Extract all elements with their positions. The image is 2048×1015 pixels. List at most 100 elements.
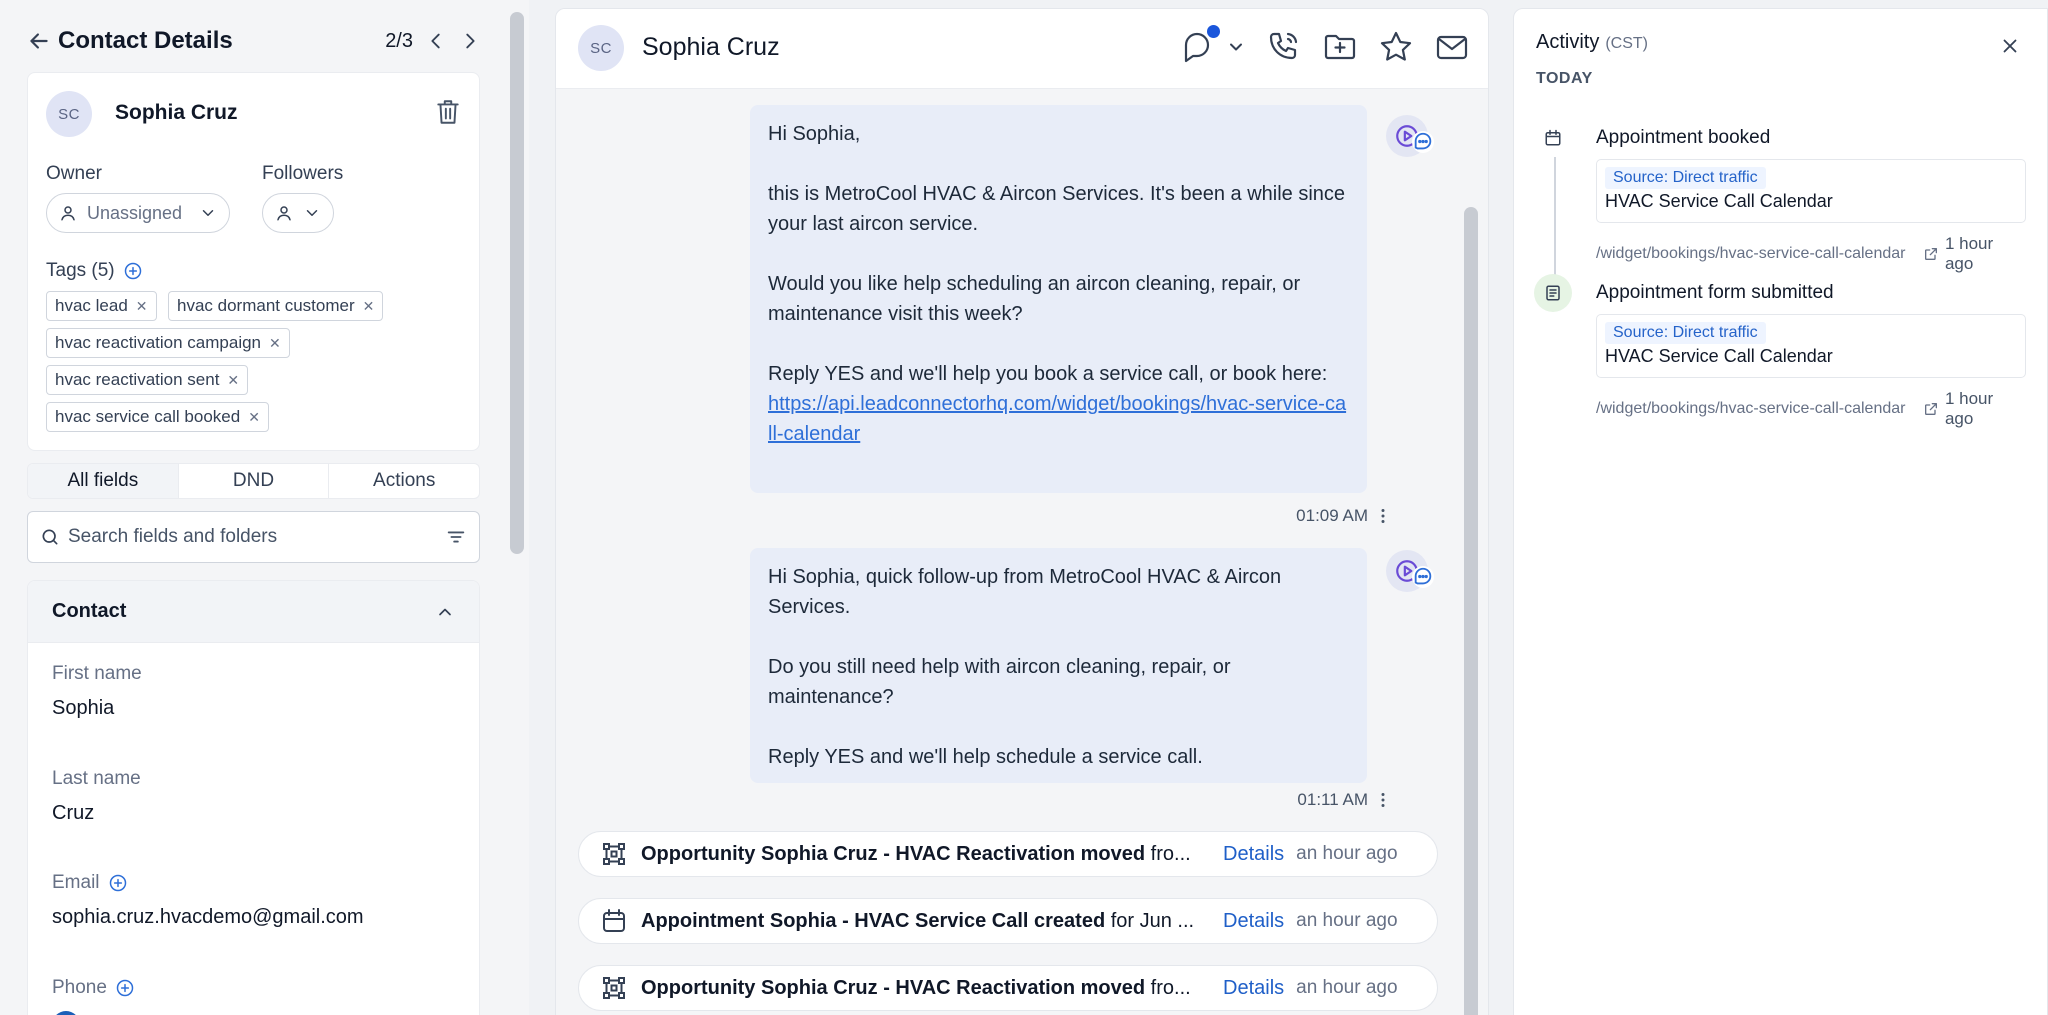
- tab-all-fields[interactable]: All fields: [28, 464, 179, 498]
- tab-actions[interactable]: Actions: [329, 464, 479, 498]
- email-label-row: Email: [52, 872, 364, 894]
- activity-item-footer: /widget/bookings/hvac-service-call-calen…: [1596, 234, 2026, 274]
- booking-path[interactable]: /widget/bookings/hvac-service-call-calen…: [1596, 400, 1917, 418]
- activity-event: Appointment Sophia - HVAC Service Call c…: [578, 898, 1438, 944]
- star-icon[interactable]: [1378, 29, 1414, 65]
- search-icon: [40, 527, 60, 547]
- activity-panel: Activity (CST) TODAY Appointment booked S…: [1513, 8, 2048, 1015]
- close-icon[interactable]: ✕: [227, 372, 239, 389]
- section-title: Contact: [52, 600, 127, 622]
- tag-label: hvac lead: [55, 296, 128, 315]
- message-text: Hi Sophia, quick follow-up from MetroCoo…: [768, 566, 1282, 768]
- booking-path[interactable]: /widget/bookings/hvac-service-call-calen…: [1596, 245, 1917, 263]
- booking-link[interactable]: https://api.leadconnectorhq.com/widget/b…: [768, 393, 1346, 445]
- phone-call-icon[interactable]: [1266, 29, 1302, 65]
- event-details-link[interactable]: Details: [1223, 843, 1284, 866]
- message-bubble: Hi Sophia, this is MetroCool HVAC & Airc…: [750, 105, 1367, 493]
- tag-chip[interactable]: hvac lead ✕: [46, 291, 157, 321]
- chevron-right-icon[interactable]: [459, 30, 481, 52]
- timeline-connector: [1554, 157, 1556, 277]
- event-details-link[interactable]: Details: [1223, 910, 1284, 933]
- last-name-value[interactable]: Cruz: [52, 802, 141, 825]
- activity-item-title: Appointment form submitted: [1596, 282, 1834, 303]
- conversation-scrollbar[interactable]: [1464, 207, 1478, 1015]
- followers-label: Followers: [262, 163, 344, 184]
- close-icon[interactable]: ✕: [248, 409, 260, 426]
- activity-item-title: Appointment booked: [1596, 127, 1771, 148]
- notification-dot: [1207, 25, 1220, 38]
- close-icon[interactable]: ✕: [136, 298, 148, 315]
- external-link-icon[interactable]: [1923, 401, 1939, 417]
- activity-item-details: Source: Direct traffic HVAC Service Call…: [1596, 159, 2026, 223]
- date-group-label: TODAY: [1536, 70, 1593, 87]
- field-search-box: [27, 511, 480, 563]
- close-icon[interactable]: [1999, 35, 2021, 57]
- trash-icon[interactable]: [435, 98, 461, 126]
- more-vertical-icon[interactable]: [1380, 508, 1386, 524]
- first-name-value[interactable]: Sophia: [52, 697, 142, 720]
- add-phone-icon[interactable]: [115, 978, 135, 998]
- left-scrollbar[interactable]: [510, 12, 524, 554]
- folder-add-icon[interactable]: [1322, 29, 1358, 65]
- activity-item-details: Source: Direct traffic HVAC Service Call…: [1596, 314, 2026, 378]
- first-name-field: First name Sophia: [52, 663, 142, 720]
- mail-icon[interactable]: [1434, 29, 1470, 65]
- tag-label: hvac reactivation campaign: [55, 333, 262, 352]
- chevron-up-icon[interactable]: [435, 602, 455, 622]
- source-badge: Source: Direct traffic: [1605, 167, 1766, 189]
- contact-section: Contact First name Sophia Last name Cruz…: [27, 580, 480, 1015]
- external-link-icon[interactable]: [1923, 246, 1939, 262]
- tag-chip[interactable]: hvac dormant customer ✕: [168, 291, 384, 321]
- avatar: SC: [46, 91, 92, 137]
- add-email-icon[interactable]: [108, 873, 128, 893]
- message-time: 01:11 AM: [1297, 790, 1386, 810]
- owner-select[interactable]: Unassigned: [46, 193, 230, 233]
- email-value[interactable]: sophia.cruz.hvacdemo@gmail.com: [52, 906, 364, 929]
- tag-chip[interactable]: hvac reactivation campaign ✕: [46, 328, 290, 358]
- sms-icon: [1412, 566, 1434, 588]
- calendar-name: HVAC Service Call Calendar: [1605, 191, 1833, 211]
- message-channel-badge: [1386, 550, 1434, 592]
- event-details-link[interactable]: Details: [1223, 977, 1284, 1000]
- country-flag-icon[interactable]: [52, 1011, 80, 1015]
- calendar-name: HVAC Service Call Calendar: [1605, 346, 1833, 366]
- event-time: an hour ago: [1296, 910, 1398, 931]
- back-arrow-icon[interactable]: [26, 28, 52, 54]
- chat-bubble-icon[interactable]: [1180, 25, 1220, 65]
- conversation-thread: Hi Sophia, this is MetroCool HVAC & Airc…: [556, 89, 1488, 1015]
- panel-title: Contact Details: [58, 27, 233, 54]
- add-tag-icon[interactable]: [123, 261, 143, 281]
- tag-chip[interactable]: hvac service call booked ✕: [46, 402, 269, 432]
- search-input[interactable]: [68, 526, 437, 548]
- conversation-contact-name: Sophia Cruz: [642, 33, 780, 61]
- tag-chip[interactable]: hvac reactivation sent ✕: [46, 365, 249, 395]
- chevron-down-icon: [303, 204, 321, 222]
- activity-icon: [1534, 119, 1572, 157]
- followers-select[interactable]: [262, 193, 334, 233]
- contact-pager: 2/3: [385, 30, 481, 53]
- chevron-left-icon[interactable]: [425, 30, 447, 52]
- source-badge: Source: Direct traffic: [1605, 322, 1766, 344]
- event-time: an hour ago: [1296, 977, 1398, 998]
- owner-value: Unassigned: [87, 202, 183, 223]
- activity-icon: [1534, 274, 1572, 312]
- activity-time: 1 hour ago: [1944, 234, 1994, 273]
- event-text: Opportunity Sophia Cruz - HVAC Reactivat…: [641, 842, 1191, 865]
- activity-title: Activity (CST): [1536, 31, 1648, 53]
- tag-label: hvac service call booked: [55, 407, 241, 426]
- email-label: Email: [52, 872, 100, 893]
- conversation-panel: SC Sophia Cruz Hi Sophia, this is MetroC…: [555, 8, 1489, 1015]
- owner-label: Owner: [46, 163, 102, 184]
- close-icon[interactable]: ✕: [269, 335, 281, 352]
- contact-section-header[interactable]: Contact: [28, 581, 479, 643]
- timestamp: 01:11 AM: [1297, 790, 1368, 809]
- more-vertical-icon[interactable]: [1380, 792, 1386, 808]
- email-field: Email sophia.cruz.hvacdemo@gmail.com: [52, 872, 364, 929]
- tab-dnd[interactable]: DND: [179, 464, 330, 498]
- user-icon: [275, 204, 293, 222]
- event-text: Opportunity Sophia Cruz - HVAC Reactivat…: [641, 976, 1191, 999]
- chevron-down-icon[interactable]: [1226, 37, 1246, 57]
- filter-icon[interactable]: [445, 526, 467, 548]
- close-icon[interactable]: ✕: [363, 298, 375, 315]
- tag-label: hvac reactivation sent: [55, 370, 220, 389]
